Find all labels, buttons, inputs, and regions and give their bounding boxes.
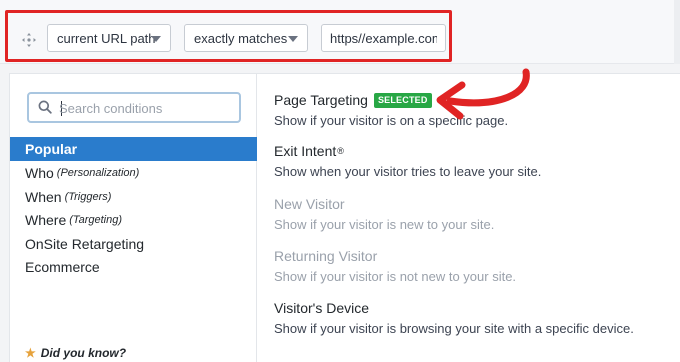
category-sublabel: (Personalization) [56,167,140,179]
registered-mark: ® [337,146,344,156]
category-popular[interactable]: Popular [10,137,257,161]
condition-returning-visitor[interactable]: Returning Visitor Show if your visitor i… [274,247,664,286]
category-label: Popular [25,141,78,157]
condition-new-visitor[interactable]: New Visitor Show if your visitor is new … [274,195,664,234]
condition-title: Exit Intent [274,143,337,159]
search-box[interactable] [27,92,241,123]
search-icon [38,100,52,119]
category-label: When [25,189,62,205]
condition-exit-intent[interactable]: Exit Intent ® Show when your visitor tri… [274,142,664,181]
condition-title: Returning Visitor [274,248,378,264]
highlight-box [5,10,452,62]
condition-title: Visitor's Device [274,300,369,316]
category-ecommerce[interactable]: Ecommerce [10,255,257,279]
condition-description: Show if your visitor is not new to your … [274,269,517,284]
condition-title: New Visitor [274,196,345,212]
category-label: Where [25,212,67,228]
category-where[interactable]: Where (Targeting) [10,208,257,232]
condition-description: Show if your visitor is browsing your si… [274,321,634,336]
condition-title-row: Returning Visitor [274,247,664,265]
category-label: OnSite Retargeting [25,236,145,252]
tip-label: Did you know? [40,346,127,360]
condition-description: Show when your visitor tries to leave yo… [274,164,542,179]
did-you-know-tip[interactable]: ★ Did you know? [25,346,126,360]
star-icon: ★ [25,346,36,360]
condition-title-row: Exit Intent ® [274,142,664,160]
category-label: Ecommerce [25,259,100,275]
category-when[interactable]: When (Triggers) [10,185,257,209]
condition-visitors-device[interactable]: Visitor's Device Show if your visitor is… [274,299,664,338]
annotation-arrow-icon [436,68,530,120]
category-sublabel: (Triggers) [64,191,112,203]
search-input[interactable] [59,98,234,118]
conditions-sidebar: Popular Who (Personalization) When (Trig… [10,74,257,362]
conditions-panel: Popular Who (Personalization) When (Trig… [9,73,680,362]
scroll-edge [674,0,680,64]
condition-title: Page Targeting [274,92,368,108]
category-label: Who [25,165,54,181]
category-who[interactable]: Who (Personalization) [10,161,257,185]
condition-title-row: New Visitor [274,195,664,213]
category-onsite-retargeting[interactable]: OnSite Retargeting [10,232,257,256]
category-sublabel: (Targeting) [69,214,123,226]
condition-description: Show if your visitor is new to your site… [274,217,495,232]
condition-title-row: Visitor's Device [274,299,664,317]
